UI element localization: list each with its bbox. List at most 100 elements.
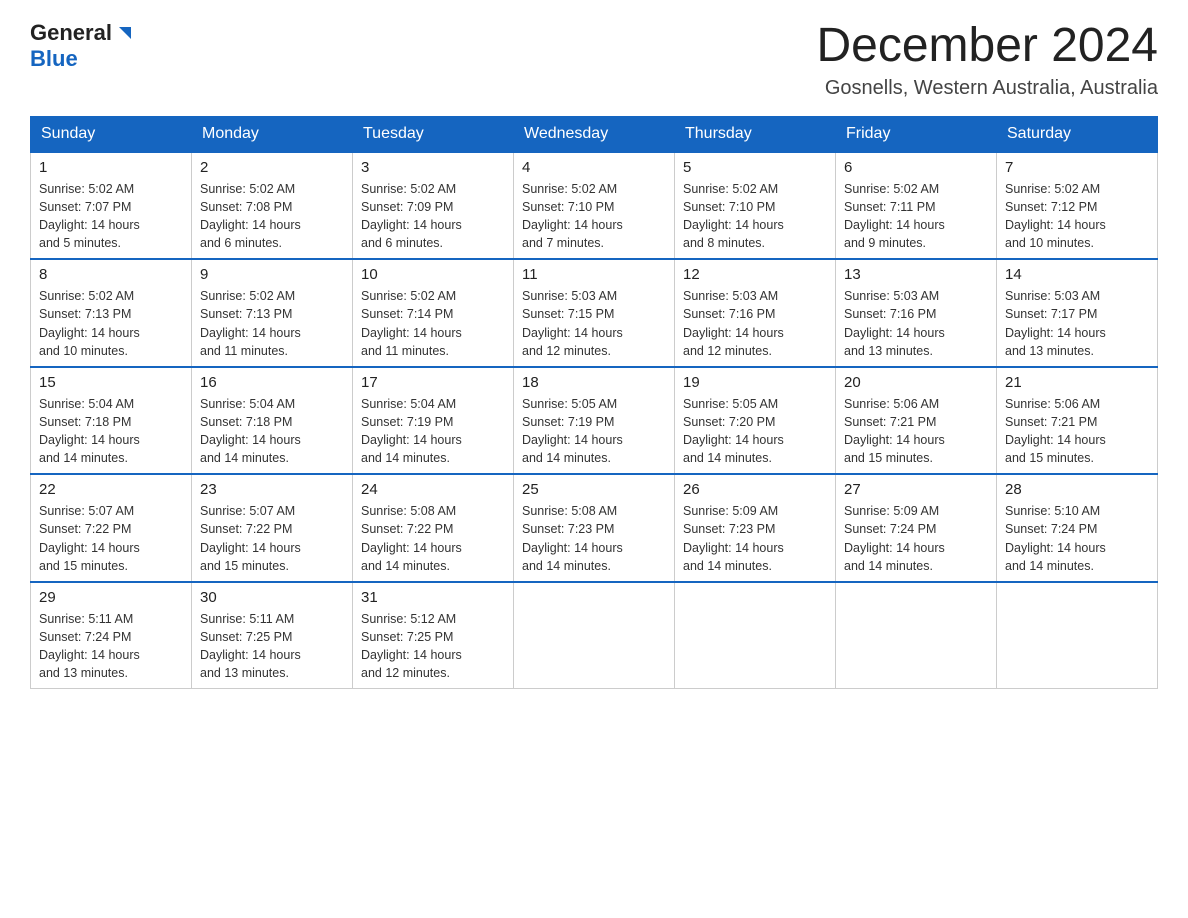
day-number: 22 [39,481,183,498]
calendar-cell: 18 Sunrise: 5:05 AM Sunset: 7:19 PM Dayl… [514,367,675,475]
day-number: 27 [844,481,988,498]
calendar-cell: 28 Sunrise: 5:10 AM Sunset: 7:24 PM Dayl… [997,474,1158,582]
calendar-cell: 2 Sunrise: 5:02 AM Sunset: 7:08 PM Dayli… [192,152,353,260]
days-header-row: SundayMondayTuesdayWednesdayThursdayFrid… [31,116,1158,152]
day-header-friday: Friday [836,116,997,152]
calendar-cell: 25 Sunrise: 5:08 AM Sunset: 7:23 PM Dayl… [514,474,675,582]
day-info: Sunrise: 5:09 AM Sunset: 7:24 PM Dayligh… [844,502,988,575]
calendar-cell [997,582,1158,689]
day-info: Sunrise: 5:02 AM Sunset: 7:14 PM Dayligh… [361,287,505,360]
day-number: 1 [39,159,183,176]
day-info: Sunrise: 5:03 AM Sunset: 7:17 PM Dayligh… [1005,287,1149,360]
day-info: Sunrise: 5:12 AM Sunset: 7:25 PM Dayligh… [361,610,505,683]
day-info: Sunrise: 5:08 AM Sunset: 7:22 PM Dayligh… [361,502,505,575]
day-info: Sunrise: 5:09 AM Sunset: 7:23 PM Dayligh… [683,502,827,575]
day-number: 19 [683,374,827,391]
calendar-cell [675,582,836,689]
day-info: Sunrise: 5:05 AM Sunset: 7:19 PM Dayligh… [522,395,666,468]
day-info: Sunrise: 5:02 AM Sunset: 7:12 PM Dayligh… [1005,180,1149,253]
day-number: 17 [361,374,505,391]
day-number: 15 [39,374,183,391]
day-info: Sunrise: 5:03 AM Sunset: 7:16 PM Dayligh… [683,287,827,360]
calendar-subtitle: Gosnells, Western Australia, Australia [816,77,1158,100]
calendar-cell: 22 Sunrise: 5:07 AM Sunset: 7:22 PM Dayl… [31,474,192,582]
calendar-cell: 11 Sunrise: 5:03 AM Sunset: 7:15 PM Dayl… [514,259,675,367]
day-info: Sunrise: 5:02 AM Sunset: 7:07 PM Dayligh… [39,180,183,253]
calendar-cell: 26 Sunrise: 5:09 AM Sunset: 7:23 PM Dayl… [675,474,836,582]
day-info: Sunrise: 5:11 AM Sunset: 7:24 PM Dayligh… [39,610,183,683]
day-info: Sunrise: 5:02 AM Sunset: 7:13 PM Dayligh… [39,287,183,360]
day-info: Sunrise: 5:07 AM Sunset: 7:22 PM Dayligh… [39,502,183,575]
day-number: 14 [1005,266,1149,283]
day-info: Sunrise: 5:03 AM Sunset: 7:15 PM Dayligh… [522,287,666,360]
day-number: 18 [522,374,666,391]
logo-triangle-icon [114,23,136,45]
calendar-cell: 3 Sunrise: 5:02 AM Sunset: 7:09 PM Dayli… [353,152,514,260]
day-number: 7 [1005,159,1149,176]
day-info: Sunrise: 5:02 AM Sunset: 7:13 PM Dayligh… [200,287,344,360]
day-info: Sunrise: 5:02 AM Sunset: 7:11 PM Dayligh… [844,180,988,253]
day-info: Sunrise: 5:02 AM Sunset: 7:10 PM Dayligh… [683,180,827,253]
calendar-cell: 10 Sunrise: 5:02 AM Sunset: 7:14 PM Dayl… [353,259,514,367]
day-number: 20 [844,374,988,391]
day-number: 23 [200,481,344,498]
day-number: 5 [683,159,827,176]
day-info: Sunrise: 5:03 AM Sunset: 7:16 PM Dayligh… [844,287,988,360]
day-number: 8 [39,266,183,283]
day-number: 26 [683,481,827,498]
calendar-week-2: 8 Sunrise: 5:02 AM Sunset: 7:13 PM Dayli… [31,259,1158,367]
calendar-title: December 2024 [816,20,1158,73]
calendar-cell: 29 Sunrise: 5:11 AM Sunset: 7:24 PM Dayl… [31,582,192,689]
logo-general-text: General [30,20,112,46]
day-info: Sunrise: 5:02 AM Sunset: 7:10 PM Dayligh… [522,180,666,253]
day-number: 30 [200,589,344,606]
day-info: Sunrise: 5:08 AM Sunset: 7:23 PM Dayligh… [522,502,666,575]
calendar-cell: 17 Sunrise: 5:04 AM Sunset: 7:19 PM Dayl… [353,367,514,475]
calendar-cell: 27 Sunrise: 5:09 AM Sunset: 7:24 PM Dayl… [836,474,997,582]
calendar-cell: 19 Sunrise: 5:05 AM Sunset: 7:20 PM Dayl… [675,367,836,475]
calendar-cell: 30 Sunrise: 5:11 AM Sunset: 7:25 PM Dayl… [192,582,353,689]
day-info: Sunrise: 5:06 AM Sunset: 7:21 PM Dayligh… [1005,395,1149,468]
calendar-cell: 31 Sunrise: 5:12 AM Sunset: 7:25 PM Dayl… [353,582,514,689]
day-number: 10 [361,266,505,283]
calendar-cell: 8 Sunrise: 5:02 AM Sunset: 7:13 PM Dayli… [31,259,192,367]
calendar-cell: 12 Sunrise: 5:03 AM Sunset: 7:16 PM Dayl… [675,259,836,367]
day-number: 9 [200,266,344,283]
day-info: Sunrise: 5:02 AM Sunset: 7:08 PM Dayligh… [200,180,344,253]
day-number: 6 [844,159,988,176]
day-info: Sunrise: 5:06 AM Sunset: 7:21 PM Dayligh… [844,395,988,468]
day-number: 24 [361,481,505,498]
calendar-cell: 15 Sunrise: 5:04 AM Sunset: 7:18 PM Dayl… [31,367,192,475]
day-info: Sunrise: 5:04 AM Sunset: 7:18 PM Dayligh… [200,395,344,468]
day-header-monday: Monday [192,116,353,152]
day-number: 28 [1005,481,1149,498]
day-info: Sunrise: 5:04 AM Sunset: 7:19 PM Dayligh… [361,395,505,468]
calendar-week-5: 29 Sunrise: 5:11 AM Sunset: 7:24 PM Dayl… [31,582,1158,689]
day-number: 31 [361,589,505,606]
calendar-cell: 24 Sunrise: 5:08 AM Sunset: 7:22 PM Dayl… [353,474,514,582]
logo: General Blue [30,20,136,72]
day-number: 16 [200,374,344,391]
day-header-thursday: Thursday [675,116,836,152]
calendar-cell: 23 Sunrise: 5:07 AM Sunset: 7:22 PM Dayl… [192,474,353,582]
day-number: 2 [200,159,344,176]
calendar-table: SundayMondayTuesdayWednesdayThursdayFrid… [30,116,1158,690]
day-header-saturday: Saturday [997,116,1158,152]
calendar-cell: 1 Sunrise: 5:02 AM Sunset: 7:07 PM Dayli… [31,152,192,260]
calendar-cell: 7 Sunrise: 5:02 AM Sunset: 7:12 PM Dayli… [997,152,1158,260]
calendar-cell: 21 Sunrise: 5:06 AM Sunset: 7:21 PM Dayl… [997,367,1158,475]
calendar-cell: 20 Sunrise: 5:06 AM Sunset: 7:21 PM Dayl… [836,367,997,475]
calendar-cell [514,582,675,689]
calendar-cell: 6 Sunrise: 5:02 AM Sunset: 7:11 PM Dayli… [836,152,997,260]
day-number: 13 [844,266,988,283]
calendar-week-3: 15 Sunrise: 5:04 AM Sunset: 7:18 PM Dayl… [31,367,1158,475]
day-info: Sunrise: 5:04 AM Sunset: 7:18 PM Dayligh… [39,395,183,468]
page-header: General Blue December 2024 Gosnells, Wes… [30,20,1158,100]
day-number: 11 [522,266,666,283]
calendar-cell: 16 Sunrise: 5:04 AM Sunset: 7:18 PM Dayl… [192,367,353,475]
day-header-wednesday: Wednesday [514,116,675,152]
day-info: Sunrise: 5:05 AM Sunset: 7:20 PM Dayligh… [683,395,827,468]
day-info: Sunrise: 5:10 AM Sunset: 7:24 PM Dayligh… [1005,502,1149,575]
day-info: Sunrise: 5:02 AM Sunset: 7:09 PM Dayligh… [361,180,505,253]
day-info: Sunrise: 5:11 AM Sunset: 7:25 PM Dayligh… [200,610,344,683]
